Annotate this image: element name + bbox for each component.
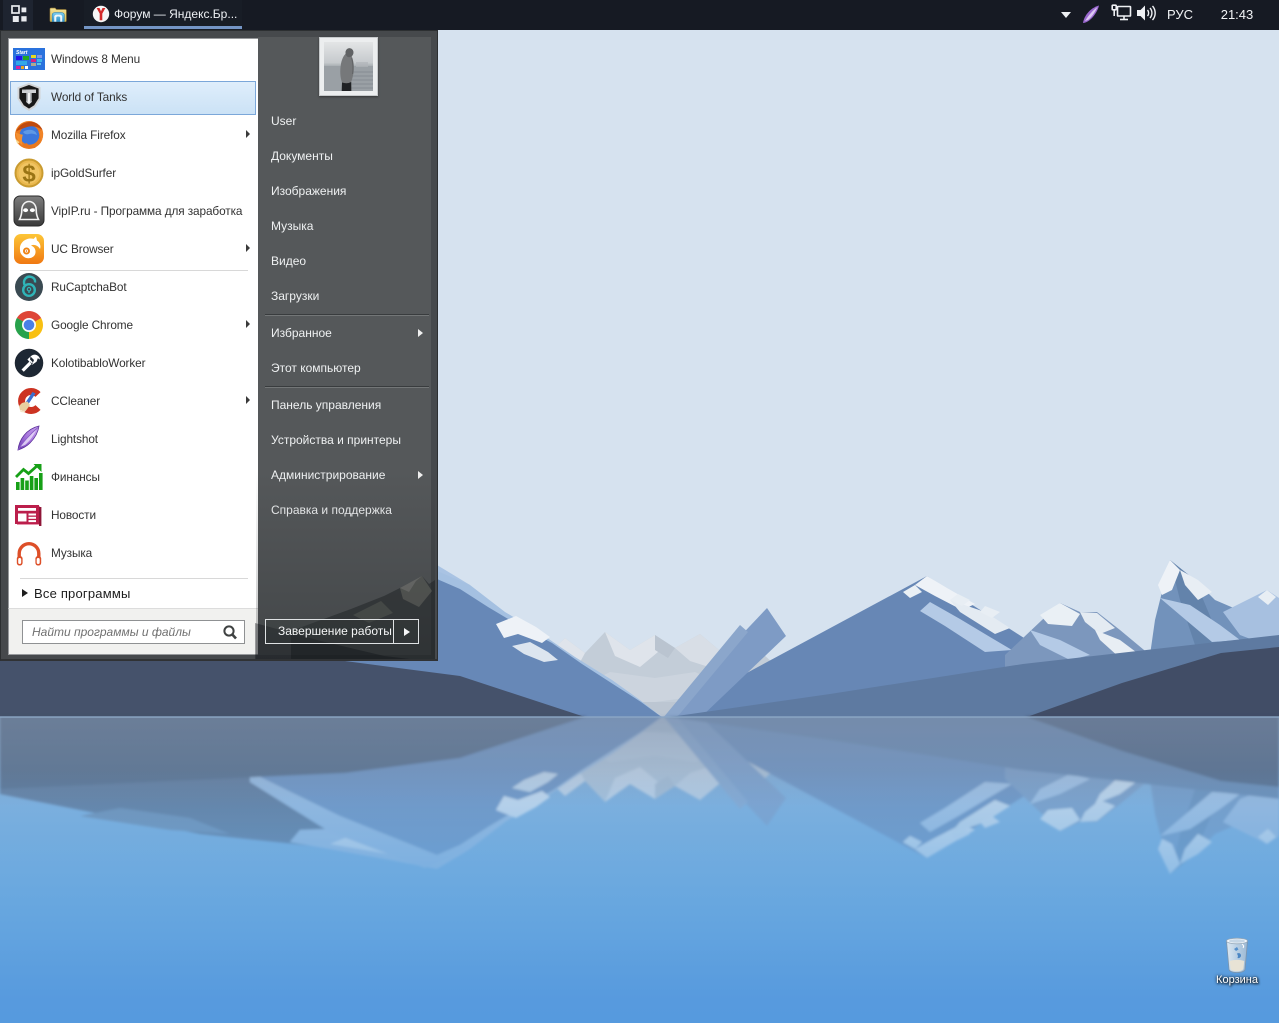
svg-text:Start: Start [16, 50, 28, 56]
svg-text:$: $ [22, 161, 36, 188]
